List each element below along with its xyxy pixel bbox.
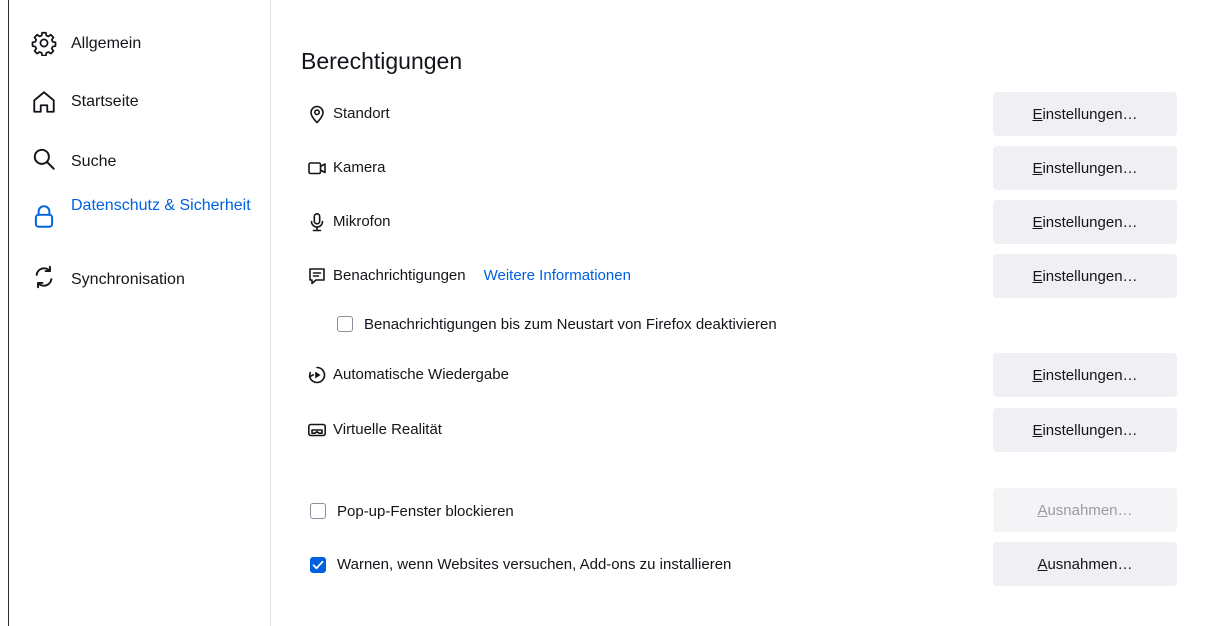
sidebar-item-label: Datenschutz & Sicherheit	[71, 197, 251, 214]
notification-icon	[307, 266, 327, 286]
location-pin-icon	[307, 104, 327, 124]
sidebar-item-label: Suche	[71, 153, 117, 170]
permission-label: Virtuelle Realität	[333, 421, 442, 438]
home-icon	[31, 89, 57, 115]
sync-icon	[31, 264, 57, 290]
lock-icon	[31, 204, 57, 230]
permission-label: Automatische Wiedergabe	[333, 366, 509, 383]
addon-warn-checkbox[interactable]	[310, 557, 326, 573]
popup-block-checkbox[interactable]	[310, 503, 326, 519]
addon-exceptions-button[interactable]: Ausnahmen…	[993, 542, 1177, 586]
sidebar-item-suche[interactable]: Suche	[9, 146, 269, 176]
permission-row-standort: Standort Einstellungen…	[271, 92, 1218, 136]
sidebar-item-label: Allgemein	[71, 35, 142, 52]
search-icon	[31, 146, 57, 172]
notifications-pause-checkbox[interactable]	[337, 316, 353, 332]
settings-button-kamera[interactable]: Einstellungen…	[993, 146, 1177, 190]
sidebar-item-allgemein[interactable]: Allgemein	[9, 30, 269, 60]
permission-label: Standort	[333, 105, 390, 122]
permission-row-kamera: Kamera Einstellungen…	[271, 146, 1218, 190]
permission-row-vr: Virtuelle Realität Einstellungen…	[271, 408, 1218, 452]
sidebar-item-label: Startseite	[71, 93, 139, 110]
sidebar-item-label: Synchronisation	[71, 271, 185, 288]
notifications-pause-label[interactable]: Benachrichtigungen bis zum Neustart von …	[364, 315, 777, 335]
popup-block-label[interactable]: Pop-up-Fenster blockieren	[337, 502, 514, 522]
vr-headset-icon	[307, 420, 327, 440]
permission-label: Mikrofon	[333, 213, 391, 230]
permission-label: Benachrichtigungen Weitere Informationen	[333, 267, 631, 284]
main-content: Berechtigungen Standort Einstellungen… K…	[271, 0, 1218, 626]
sidebar: Allgemein Startseite Suche Datenschutz &…	[9, 0, 271, 626]
learn-more-link[interactable]: Weitere Informationen	[484, 267, 631, 284]
popup-exceptions-button: Ausnahmen…	[993, 488, 1177, 532]
permission-row-autoplay: Automatische Wiedergabe Einstellungen…	[271, 353, 1218, 397]
addon-warn-label[interactable]: Warnen, wenn Websites versuchen, Add-ons…	[337, 555, 731, 575]
sidebar-item-datenschutz[interactable]: Datenschutz & Sicherheit	[9, 194, 269, 244]
sidebar-item-synchronisation[interactable]: Synchronisation	[9, 264, 269, 294]
permission-row-benachrichtigungen: Benachrichtigungen Weitere Informationen …	[271, 254, 1218, 298]
permission-row-mikrofon: Mikrofon Einstellungen…	[271, 200, 1218, 244]
section-title: Berechtigungen	[301, 48, 463, 74]
settings-button-benachrichtigungen[interactable]: Einstellungen…	[993, 254, 1177, 298]
settings-button-vr[interactable]: Einstellungen…	[993, 408, 1177, 452]
camera-icon	[307, 158, 327, 178]
checkmark-icon	[312, 560, 324, 570]
permission-label: Kamera	[333, 159, 386, 176]
gear-icon	[31, 30, 57, 56]
microphone-icon	[307, 212, 327, 232]
settings-button-mikrofon[interactable]: Einstellungen…	[993, 200, 1177, 244]
settings-button-autoplay[interactable]: Einstellungen…	[993, 353, 1177, 397]
settings-button-standort[interactable]: Einstellungen…	[993, 92, 1177, 136]
autoplay-icon	[307, 365, 327, 385]
sidebar-item-startseite[interactable]: Startseite	[9, 88, 269, 118]
